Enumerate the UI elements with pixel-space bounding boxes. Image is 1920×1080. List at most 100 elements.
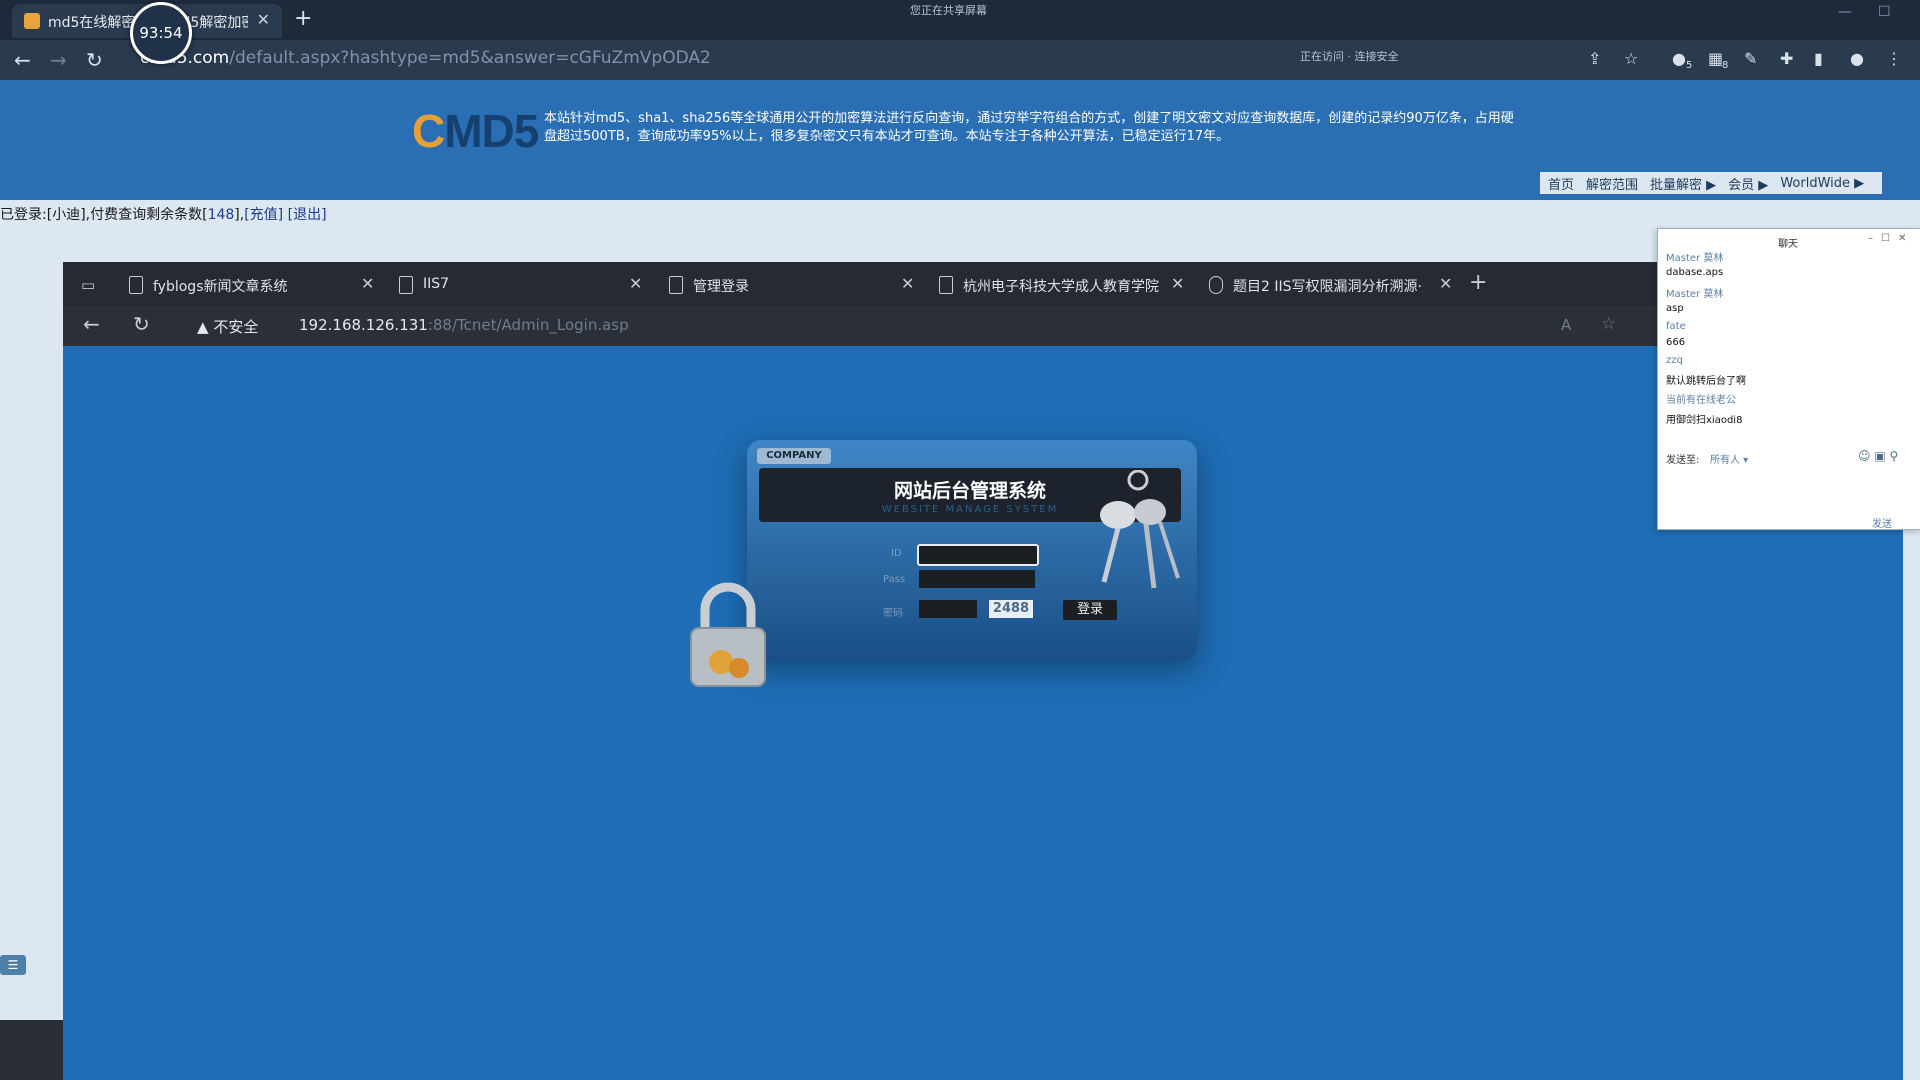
favorite-add-icon[interactable]: ☆ xyxy=(1601,314,1616,334)
company-tag: COMPANY xyxy=(757,448,831,464)
chat-title: 聊天 xyxy=(1778,239,1798,250)
reload-icon[interactable]: ↻ xyxy=(133,312,150,336)
cloud-icon xyxy=(1209,276,1223,294)
nav-worldwide[interactable]: WorldWide ▶ xyxy=(1780,176,1864,191)
login-mid: ],付费查询剩余条数[ xyxy=(80,207,208,223)
not-secure-label: 不安全 xyxy=(213,318,259,336)
inner-tab[interactable]: 杭州电子科技大学成人教育学院 ✕ xyxy=(939,268,1199,304)
outer-address-bar[interactable]: cmd5.com/default.aspx?hashtype=md5&answe… xyxy=(140,48,1240,68)
tab-label: 杭州电子科技大学成人教育学院 xyxy=(963,279,1159,295)
maximize-icon[interactable]: ☐ xyxy=(1878,4,1891,20)
sidebar-icon[interactable]: ▮ xyxy=(1814,49,1823,68)
screen-share-indicator: 您正在共享屏幕 xyxy=(910,4,987,17)
chat-message: 默认跳转后台了啊 xyxy=(1666,376,1746,387)
chat-message: dabase.aps xyxy=(1666,267,1724,278)
captcha-image[interactable]: 2488 xyxy=(989,600,1033,618)
chat-sender: fate xyxy=(1666,321,1686,332)
chat-window: 聊天 –☐✕ Master 莫林 dabase.aps Master 莫林 as… xyxy=(1657,228,1920,530)
close-icon[interactable]: ✕ xyxy=(257,10,270,29)
cmd5-logo[interactable]: CMD5 xyxy=(412,104,539,158)
back-arrow-icon[interactable]: ← xyxy=(14,48,31,72)
chat-tool-icons[interactable]: ☺ ▣ ⚲ xyxy=(1858,449,1898,463)
inner-tab[interactable]: fyblogs新闻文章系统 ✕ xyxy=(129,268,389,304)
more-icon[interactable]: ⋮ xyxy=(1886,49,1902,68)
tab-label: IIS7 xyxy=(423,276,450,292)
logout-link[interactable]: [退出] xyxy=(288,207,327,223)
page-icon xyxy=(669,276,683,294)
recharge-link[interactable]: [充值] xyxy=(244,207,283,223)
read-aloud-icon[interactable]: A xyxy=(1561,316,1571,334)
inner-url-path: :88/Tcnet/Admin_Login.asp xyxy=(427,316,629,334)
warning-icon: ▲ xyxy=(197,318,209,336)
close-icon[interactable]: ✕ xyxy=(1439,274,1452,293)
new-tab-button[interactable]: + xyxy=(294,6,312,31)
tab-label: fyblogs新闻文章系统 xyxy=(153,279,288,295)
chat-message: 用御剑扫xiaodi8 xyxy=(1666,415,1743,426)
chat-window-controls[interactable]: –☐✕ xyxy=(1868,233,1914,244)
login-status: 已登录:[小迪],付费查询剩余条数[148],[充值] [退出] xyxy=(0,204,327,224)
login-user: 小迪 xyxy=(52,207,81,223)
inner-tab[interactable]: IIS7 ✕ xyxy=(399,268,659,304)
login-prefix: 已登录:[ xyxy=(0,207,53,223)
extension-badge: 5 xyxy=(1686,60,1693,71)
puzzle-icon[interactable]: ✚ xyxy=(1780,49,1793,68)
list-icon[interactable]: ☰ xyxy=(0,955,26,975)
share-icon[interactable]: ⇪ xyxy=(1588,49,1601,68)
send-button[interactable]: 发送 xyxy=(1872,515,1892,530)
chat-sender: Master 莫林 xyxy=(1666,253,1724,264)
forward-arrow-icon[interactable]: → xyxy=(50,48,67,72)
admin-login-panel: COMPANY 网站后台管理系统 WEBSITE MANAGE SYSTEM I… xyxy=(683,440,1197,687)
cmd5-favicon-icon xyxy=(24,13,40,29)
logo-rest: MD5 xyxy=(444,105,539,157)
close-icon[interactable]: ✕ xyxy=(361,274,374,293)
inner-tab-bar: ▭ fyblogs新闻文章系统 ✕ IIS7 ✕ 管理登录 ✕ 杭州电子科技大学成人教… xyxy=(63,262,1903,306)
user-label: ID xyxy=(891,548,902,559)
send-to-select[interactable]: 所有人 ▾ xyxy=(1710,451,1748,466)
new-tab-button[interactable]: + xyxy=(1469,270,1487,295)
close-icon[interactable]: ✕ xyxy=(1171,274,1184,293)
extension-qr-icon[interactable]: ▦ xyxy=(1708,49,1723,68)
nav-member[interactable]: 会员 ▶ xyxy=(1728,174,1768,193)
remaining-count[interactable]: 148 xyxy=(208,207,235,223)
page-icon xyxy=(399,276,413,294)
login-button[interactable]: 登录 xyxy=(1063,600,1117,620)
padlock-icon xyxy=(690,582,766,687)
inner-tab[interactable]: 题目2 IIS写权限漏洞分析溯源·墨 ✕ xyxy=(1209,268,1452,304)
captcha-input[interactable] xyxy=(919,600,977,618)
nav-home[interactable]: 首页 xyxy=(1548,174,1574,193)
reload-icon[interactable]: ↻ xyxy=(86,48,103,72)
page-icon xyxy=(129,276,143,294)
nav-batch[interactable]: 批量解密 ▶ xyxy=(1650,174,1716,193)
nav-range[interactable]: 解密范围 xyxy=(1586,174,1638,193)
inner-tab-active[interactable]: 管理登录 ✕ xyxy=(669,268,929,304)
code-label: 密码 xyxy=(883,608,903,619)
username-input[interactable] xyxy=(917,544,1039,566)
not-secure-indicator[interactable]: ▲ 不安全 xyxy=(197,316,258,337)
extension-icon[interactable]: ● xyxy=(1672,49,1686,68)
pass-label: Pass xyxy=(883,574,906,585)
network-status: 正在访问 · 连接安全 xyxy=(1300,50,1399,63)
close-icon[interactable]: ✕ xyxy=(629,274,642,293)
cmd5-nav: 首页 解密范围 批量解密 ▶ 会员 ▶ WorldWide ▶ xyxy=(1540,172,1882,194)
tab-label: 题目2 IIS写权限漏洞分析溯源·墨 xyxy=(1233,279,1423,295)
outer-url-path: /default.aspx?hashtype=md5&answer=cGFuZm… xyxy=(229,48,711,68)
bookmark-star-icon[interactable]: ☆ xyxy=(1624,49,1638,68)
back-arrow-icon[interactable]: ← xyxy=(83,312,100,336)
chat-message: asp xyxy=(1666,303,1684,314)
inner-toolbar: ← ↻ ▲ 不安全 192.168.126.131:88/Tcnet/Admin… xyxy=(63,306,1903,346)
minimize-icon[interactable]: — xyxy=(1838,4,1852,20)
chat-sender: Master 莫林 xyxy=(1666,289,1724,300)
profile-icon[interactable]: ● xyxy=(1850,49,1864,68)
cmd5-description: 本站针对md5、sha1、sha256等全球通用公开的加密算法进行反向查询，通过… xyxy=(544,111,1514,144)
extension-icon[interactable]: ✎ xyxy=(1744,49,1757,68)
close-icon[interactable]: ✕ xyxy=(901,274,914,293)
page-icon xyxy=(939,276,953,294)
chat-sender: 当前有在线老公 xyxy=(1666,395,1736,406)
password-input[interactable] xyxy=(919,570,1035,588)
inner-address-bar[interactable]: 192.168.126.131:88/Tcnet/Admin_Login.asp xyxy=(299,316,629,334)
logo-c: C xyxy=(412,105,445,157)
inner-browser-window: ▭ fyblogs新闻文章系统 ✕ IIS7 ✕ 管理登录 ✕ 杭州电子科技大学成人教… xyxy=(63,262,1903,1080)
left-dock xyxy=(0,1020,63,1080)
login-mid2: ], xyxy=(234,207,245,223)
tab-actions-icon[interactable]: ▭ xyxy=(81,276,95,294)
